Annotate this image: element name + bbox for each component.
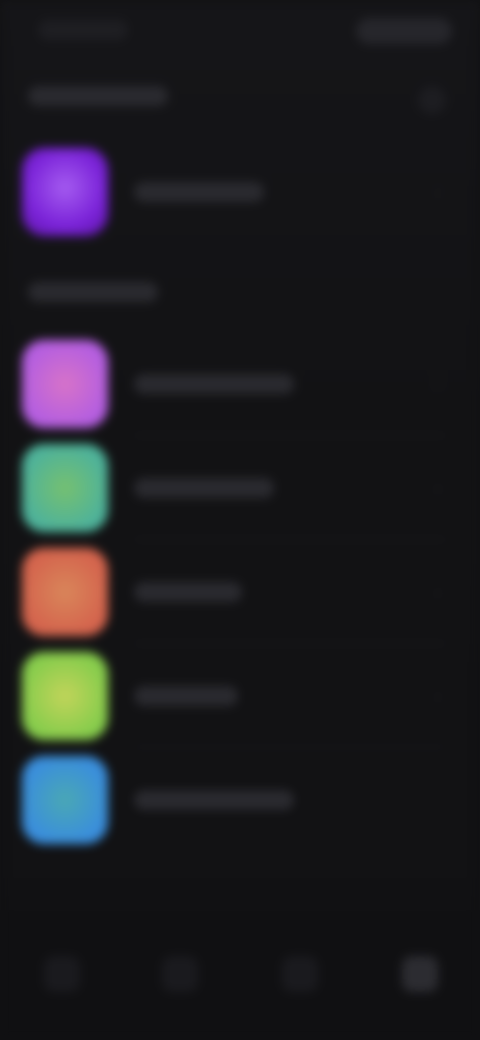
- tab-1-icon: [44, 956, 80, 992]
- app-icon: [22, 340, 108, 428]
- list-item[interactable]: ›: [22, 332, 446, 436]
- list-item-label: [134, 582, 242, 602]
- app-icon: [22, 756, 108, 844]
- app-icon: [22, 148, 108, 236]
- status-right-block: [356, 18, 452, 44]
- chevron-right-icon: ›: [435, 376, 441, 392]
- bottom-tab-bar: [0, 910, 480, 1040]
- list-item[interactable]: ›: [22, 140, 446, 244]
- section-action-button[interactable]: [418, 86, 446, 114]
- tab-1[interactable]: [40, 952, 84, 996]
- featured-list: ›: [22, 140, 446, 244]
- list-item-label: [134, 182, 264, 202]
- list-item[interactable]: ›: [22, 436, 446, 540]
- list-item-label: [134, 374, 294, 394]
- blurred-app-screen: › › › › › ›: [0, 0, 480, 1040]
- tab-2-icon: [162, 956, 198, 992]
- tab-4-icon: [402, 956, 438, 992]
- section-title-featured: [28, 86, 168, 106]
- tab-2[interactable]: [158, 952, 202, 996]
- app-icon: [22, 444, 108, 532]
- chevron-right-icon: ›: [435, 584, 441, 600]
- chevron-right-icon: ›: [435, 480, 441, 496]
- list-item-label: [134, 686, 238, 706]
- section-header-featured: [28, 86, 446, 114]
- tab-4[interactable]: [398, 952, 442, 996]
- list-item-label: [134, 790, 294, 810]
- list-item[interactable]: ›: [22, 748, 446, 852]
- tab-3-icon: [282, 956, 318, 992]
- list-item[interactable]: ›: [22, 540, 446, 644]
- status-left-block: [38, 20, 128, 40]
- app-list: › › › › ›: [22, 332, 446, 852]
- section-title-list: [28, 282, 158, 302]
- tab-3[interactable]: [278, 952, 322, 996]
- chevron-right-icon: ›: [435, 792, 441, 808]
- section-header-list: [28, 282, 446, 310]
- app-icon: [22, 652, 108, 740]
- list-item[interactable]: ›: [22, 644, 446, 748]
- app-icon: [22, 548, 108, 636]
- chevron-right-icon: ›: [435, 184, 441, 200]
- list-item-label: [134, 478, 274, 498]
- chevron-right-icon: ›: [435, 688, 441, 704]
- status-bar: [28, 14, 452, 50]
